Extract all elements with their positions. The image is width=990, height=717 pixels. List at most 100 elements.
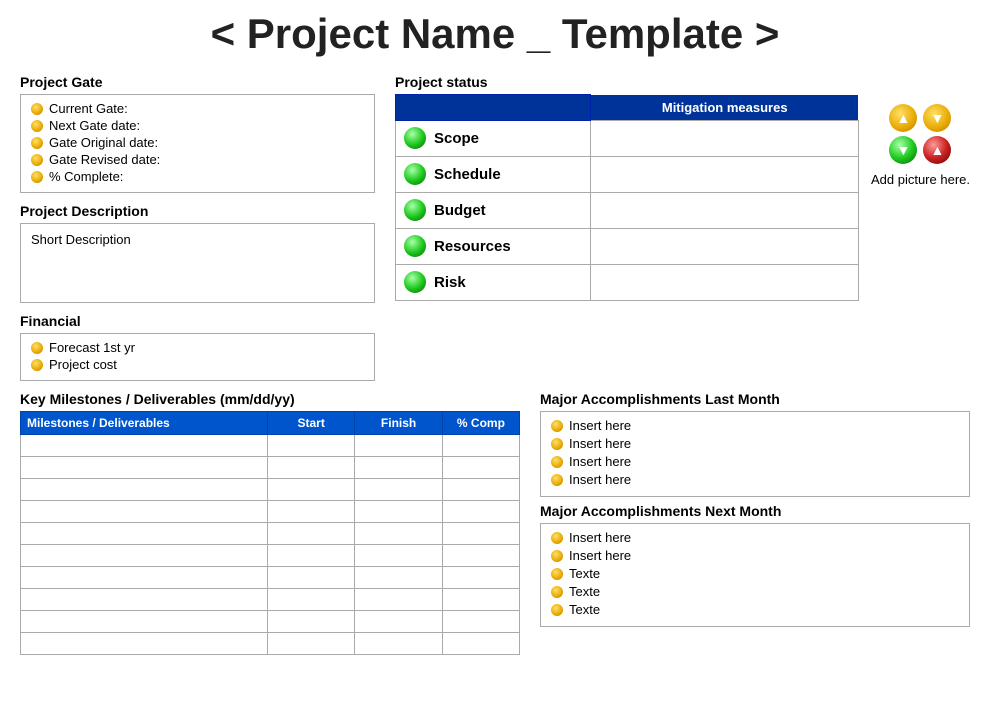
- milestone-cell: [355, 567, 442, 589]
- accomplishment-last-text: Insert here: [569, 472, 631, 487]
- mitigation-budget: [590, 192, 858, 228]
- mitigation-header: Mitigation measures: [590, 95, 858, 121]
- bullet-icon: [551, 474, 563, 486]
- bullet-icon: [551, 604, 563, 616]
- bullet-icon: [31, 359, 43, 371]
- green-circle-schedule: [404, 163, 426, 185]
- milestone-row: [21, 457, 520, 479]
- green-circle-resources: [404, 235, 426, 257]
- milestone-row: [21, 545, 520, 567]
- milestone-cell: [442, 633, 519, 655]
- milestone-row: [21, 567, 520, 589]
- milestone-cell: [442, 479, 519, 501]
- accomplishment-next-item: Texte: [551, 584, 959, 599]
- milestone-cell: [442, 589, 519, 611]
- bullet-icon: [551, 456, 563, 468]
- milestone-cell: [267, 589, 354, 611]
- milestones-heading: Key Milestones / Deliverables (mm/dd/yy): [20, 391, 520, 407]
- milestone-row: [21, 611, 520, 633]
- bullet-icon: [31, 120, 43, 132]
- status-row-risk: Risk: [396, 264, 859, 300]
- resources-label: Resources: [434, 238, 511, 255]
- milestone-cell: [21, 545, 268, 567]
- bullet-icon: [31, 171, 43, 183]
- milestone-cell: [267, 523, 354, 545]
- bullet-icon: [551, 568, 563, 580]
- bullet-icon: [31, 154, 43, 166]
- accomplishment-next-item: Texte: [551, 602, 959, 617]
- milestones-column: Key Milestones / Deliverables (mm/dd/yy)…: [20, 391, 520, 655]
- status-row-scope: Scope: [396, 120, 859, 156]
- gate-label-2: Next Gate date:: [49, 118, 140, 133]
- milestone-row: [21, 479, 520, 501]
- bullet-icon: [551, 532, 563, 544]
- gate-label-1: Current Gate:: [49, 101, 128, 116]
- accomplishments-last-heading: Major Accomplishments Last Month: [540, 391, 970, 407]
- bottom-layout: Key Milestones / Deliverables (mm/dd/yy)…: [20, 391, 970, 655]
- milestone-cell: [442, 545, 519, 567]
- milestone-row: [21, 633, 520, 655]
- status-label-resources: Resources: [396, 228, 591, 264]
- arrow-down-yellow-icon: ▼: [923, 104, 951, 132]
- green-circle-risk: [404, 271, 426, 293]
- accomplishment-last-item: Insert here: [551, 454, 959, 469]
- milestone-cell: [21, 567, 268, 589]
- mitigation-resources: [590, 228, 858, 264]
- milestone-cell: [355, 611, 442, 633]
- milestone-cell: [21, 633, 268, 655]
- accomplishment-next-text: Texte: [569, 584, 600, 599]
- accomplishments-next-heading: Major Accomplishments Next Month: [540, 503, 970, 519]
- milestone-cell: [355, 457, 442, 479]
- milestone-row: [21, 501, 520, 523]
- accomplishments-next-box: Insert hereInsert hereTexteTexteTexte: [540, 523, 970, 627]
- milestone-cell: [267, 545, 354, 567]
- bullet-icon: [31, 103, 43, 115]
- status-row-resources: Resources: [396, 228, 859, 264]
- status-label-schedule: Schedule: [396, 156, 591, 192]
- milestone-cell: [355, 545, 442, 567]
- milestone-cell: [442, 611, 519, 633]
- bullet-icon: [551, 550, 563, 562]
- milestone-cell: [267, 479, 354, 501]
- arrow-up-yellow-icon: ▲: [889, 104, 917, 132]
- milestone-row: [21, 435, 520, 457]
- accomplishments-column: Major Accomplishments Last Month Insert …: [540, 391, 970, 655]
- status-label-risk: Risk: [396, 264, 591, 300]
- icons-row-2: ▼ ▲: [889, 136, 951, 164]
- bullet-icon: [31, 342, 43, 354]
- milestone-cell: [355, 633, 442, 655]
- accomplishment-last-item: Insert here: [551, 418, 959, 433]
- milestones-table: Milestones / Deliverables Start Finish %…: [20, 411, 520, 655]
- scope-label: Scope: [434, 130, 479, 147]
- milestone-cell: [21, 501, 268, 523]
- accomplishment-last-item: Insert here: [551, 436, 959, 451]
- green-circle-budget: [404, 199, 426, 221]
- description-text: Short Description: [31, 232, 131, 247]
- add-picture-text: Add picture here.: [871, 172, 970, 187]
- left-column: Project Gate Current Gate: Next Gate dat…: [20, 74, 375, 381]
- status-table: Mitigation measures Scope: [395, 94, 859, 301]
- milestones-col-deliverables: Milestones / Deliverables: [21, 412, 268, 435]
- status-label-scope: Scope: [396, 120, 591, 156]
- milestone-cell: [267, 633, 354, 655]
- milestone-row: [21, 523, 520, 545]
- accomplishment-last-text: Insert here: [569, 418, 631, 433]
- green-circle-scope: [404, 127, 426, 149]
- milestone-cell: [442, 501, 519, 523]
- milestone-cell: [442, 523, 519, 545]
- status-table-wrap: Project status Mitigation measures: [395, 74, 859, 301]
- accomplishment-next-item: Insert here: [551, 530, 959, 545]
- status-row-schedule: Schedule: [396, 156, 859, 192]
- bullet-icon: [551, 438, 563, 450]
- financial-item-1: Forecast 1st yr: [31, 340, 364, 355]
- arrow-down-green-icon: ▼: [889, 136, 917, 164]
- mitigation-risk: [590, 264, 858, 300]
- gate-item-2: Next Gate date:: [31, 118, 364, 133]
- gate-item-3: Gate Original date:: [31, 135, 364, 150]
- financial-heading: Financial: [20, 313, 375, 329]
- project-gate-box: Current Gate: Next Gate date: Gate Origi…: [20, 94, 375, 193]
- milestones-header-row: Milestones / Deliverables Start Finish %…: [21, 412, 520, 435]
- accomplishment-next-text: Texte: [569, 566, 600, 581]
- financial-box: Forecast 1st yr Project cost: [20, 333, 375, 381]
- arrow-up-red-icon: ▲: [923, 136, 951, 164]
